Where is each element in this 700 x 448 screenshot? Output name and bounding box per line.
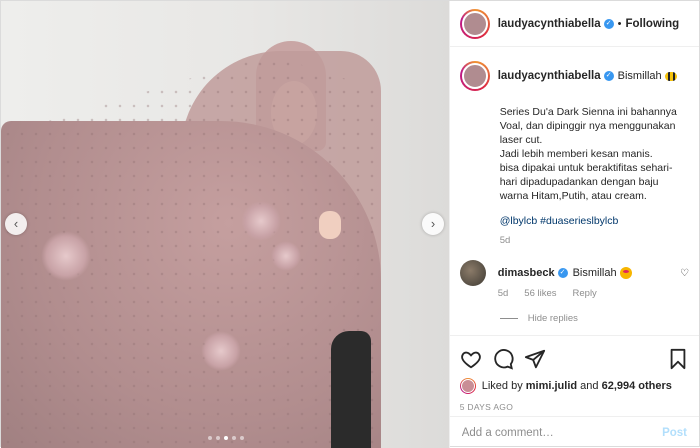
comment-time[interactable]: 5d bbox=[498, 288, 509, 299]
bookmark-icon[interactable] bbox=[667, 348, 689, 370]
comment-icon[interactable] bbox=[492, 348, 514, 370]
heart-icon[interactable] bbox=[460, 348, 482, 370]
post-header: laudyacynthiabella ✓ • Following bbox=[449, 1, 699, 47]
photo-flower bbox=[271, 241, 301, 271]
carousel-indicator bbox=[1, 436, 449, 440]
caption-hashtags[interactable]: @lbylcb #duaserieslbylcb bbox=[460, 215, 689, 227]
hide-replies-label: Hide replies bbox=[527, 313, 578, 324]
bee-emoji-icon bbox=[664, 71, 677, 81]
carousel-dot bbox=[215, 436, 220, 440]
likes-others[interactable]: 62,994 others bbox=[602, 380, 672, 392]
hide-replies-button[interactable]: Hide replies bbox=[460, 313, 689, 324]
likes-prefix: Liked by bbox=[481, 380, 523, 392]
post-side-panel: laudyacynthiabella ✓ • Following laudyac… bbox=[448, 1, 699, 448]
likes-summary[interactable]: Liked by mimi.julid and 62,994 others bbox=[459, 378, 689, 394]
commenter-avatar[interactable] bbox=[459, 260, 486, 286]
photo-flower bbox=[241, 201, 281, 241]
carousel-dot bbox=[207, 436, 212, 440]
liker-username[interactable]: mimi.julid bbox=[526, 380, 577, 392]
photo-hand bbox=[319, 211, 341, 239]
author-username[interactable]: laudyacynthiabella bbox=[498, 18, 601, 30]
author-avatar[interactable] bbox=[459, 8, 490, 39]
verified-badge-icon: ✓ bbox=[557, 268, 568, 278]
caption-first-line: Bismillah bbox=[617, 70, 662, 82]
instagram-post: ‹ › laudyacynthiabella ✓ • Following lau… bbox=[0, 0, 700, 448]
post-date[interactable]: 5 DAYS AGO bbox=[460, 402, 689, 412]
hide-replies-line bbox=[499, 318, 518, 319]
carousel-dot bbox=[231, 436, 236, 440]
previous-photo-button[interactable]: ‹ bbox=[5, 213, 27, 235]
comments-section[interactable]: laudyacynthiabella ✓ Bismillah Series Du… bbox=[450, 47, 699, 335]
carousel-dot bbox=[223, 436, 228, 440]
comment-like-icon[interactable]: ♡ bbox=[680, 268, 689, 279]
verified-badge-icon: ✓ bbox=[603, 18, 614, 29]
comment-text: Bismillah bbox=[572, 267, 617, 279]
comment-reply-button[interactable]: Reply bbox=[573, 288, 597, 299]
commenter-username[interactable]: dimasbeck bbox=[498, 267, 555, 279]
add-comment-bar: Post bbox=[449, 416, 699, 448]
heart-eyes-emoji-icon bbox=[619, 267, 632, 279]
comment-likes[interactable]: 56 likes bbox=[524, 288, 556, 299]
caption-avatar[interactable] bbox=[459, 61, 490, 91]
caption-time[interactable]: 5d bbox=[460, 235, 689, 246]
caption-text: Series Du'a Dark Sienna ini bahannya Voa… bbox=[499, 106, 677, 202]
likes-and: and bbox=[580, 380, 599, 392]
comment-input[interactable] bbox=[461, 426, 663, 439]
comment-item: dimasbeck ✓ Bismillah ♡ 5d 56 likes Repl… bbox=[459, 260, 689, 299]
carousel-dot bbox=[239, 436, 244, 440]
photo-dark-clothing bbox=[331, 331, 371, 448]
following-button[interactable]: Following bbox=[625, 18, 679, 30]
photo-flower bbox=[41, 231, 91, 281]
liker-avatar[interactable] bbox=[459, 378, 476, 394]
photo-flower bbox=[201, 331, 241, 371]
header-separator: • bbox=[617, 17, 622, 30]
caption-username[interactable]: laudyacynthiabella bbox=[498, 70, 601, 82]
caption-header: laudyacynthiabella ✓ Bismillah bbox=[459, 61, 689, 91]
verified-badge-icon: ✓ bbox=[603, 71, 614, 81]
post-comment-button[interactable]: Post bbox=[662, 427, 687, 439]
share-icon[interactable] bbox=[524, 348, 546, 370]
next-photo-button[interactable]: › bbox=[422, 213, 444, 235]
post-actions: Liked by mimi.julid and 62,994 others 5 … bbox=[449, 335, 699, 412]
post-photo[interactable]: ‹ › bbox=[1, 1, 449, 448]
